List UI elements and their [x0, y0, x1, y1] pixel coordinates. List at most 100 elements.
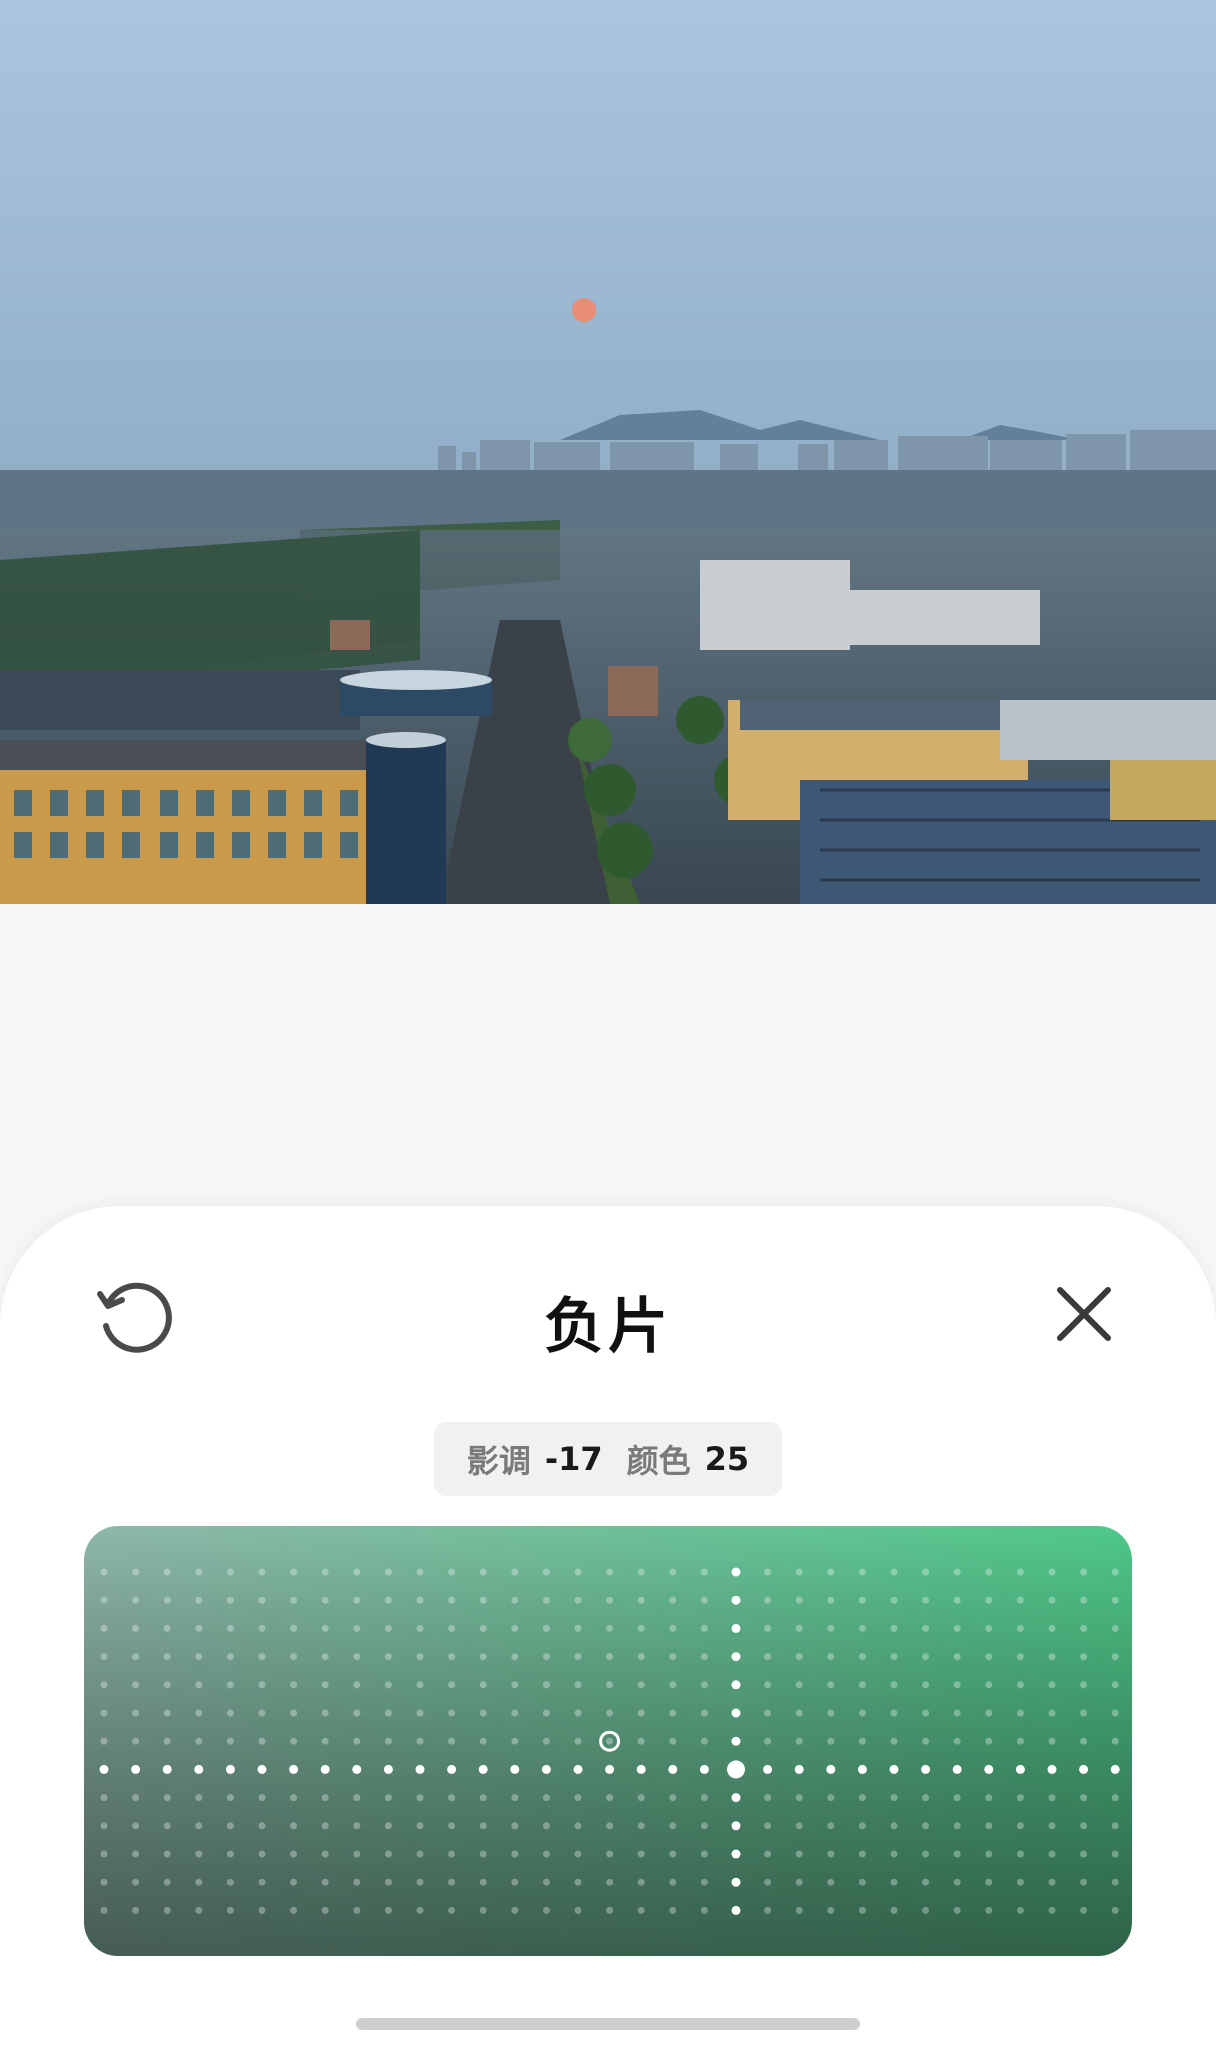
pad-grid-dot — [890, 1822, 898, 1830]
pad-grid-dot — [1048, 1850, 1056, 1858]
pad-grid-dot — [163, 1906, 171, 1914]
pad-grid-dot — [700, 1653, 708, 1661]
pad-grid-dot — [827, 1653, 835, 1661]
pad-grid-dot — [195, 1653, 203, 1661]
page-title: 负片 — [544, 1292, 672, 1362]
pad-grid-dot — [132, 1624, 140, 1632]
pad-grid-dot — [922, 1681, 930, 1689]
pad-grid-dot — [858, 1568, 866, 1576]
pad-grid-dot — [100, 1737, 108, 1745]
pad-grid-dot — [511, 1596, 519, 1604]
pad-grid-dot — [353, 1681, 361, 1689]
pad-grid-dot — [764, 1653, 772, 1661]
value-readout: 影调 -17 颜色 25 — [434, 1422, 782, 1496]
pad-grid-dot — [606, 1850, 614, 1858]
pad-grid-dot — [922, 1794, 930, 1802]
pad-grid-dot — [574, 1709, 582, 1717]
pad-grid-dot — [669, 1596, 677, 1604]
pad-grid-dot — [479, 1737, 487, 1745]
pad-grid-dot — [1016, 1568, 1024, 1576]
pad-grid-dot — [953, 1568, 961, 1576]
pad-grid-dot — [764, 1568, 772, 1576]
pad-grid-dot — [258, 1624, 266, 1632]
pad-grid-dot — [985, 1568, 993, 1576]
pad-grid-dot — [1048, 1822, 1056, 1830]
pad-grid-dot — [669, 1850, 677, 1858]
pad-axis-dot — [131, 1764, 141, 1774]
pad-grid-dot — [574, 1681, 582, 1689]
pad-grid-dot — [922, 1624, 930, 1632]
pad-axis-dot — [731, 1708, 741, 1718]
pad-grid-dot — [1111, 1653, 1119, 1661]
pad-grid-dot — [416, 1568, 424, 1576]
pad-grid-dot — [1048, 1878, 1056, 1886]
tone-color-pad[interactable] — [84, 1526, 1132, 1956]
pad-grid-dot — [100, 1709, 108, 1717]
pad-grid-dot — [700, 1568, 708, 1576]
pad-grid-dot — [858, 1850, 866, 1858]
pad-grid-dot — [384, 1596, 392, 1604]
close-icon — [1057, 1287, 1111, 1341]
pad-grid-dot — [195, 1850, 203, 1858]
pad-grid-dot — [1048, 1568, 1056, 1576]
pad-grid-dot — [669, 1822, 677, 1830]
pad-grid-dot — [542, 1709, 550, 1717]
pad-grid-dot — [542, 1878, 550, 1886]
pad-grid-dot — [922, 1906, 930, 1914]
pad-grid-dot — [448, 1878, 456, 1886]
pad-grid-dot — [985, 1737, 993, 1745]
pad-grid-dot — [1048, 1737, 1056, 1745]
pad-grid-dot — [922, 1850, 930, 1858]
pad-grid-dot — [100, 1850, 108, 1858]
pad-grid-dot — [226, 1681, 234, 1689]
close-button[interactable] — [1050, 1280, 1118, 1348]
pad-grid-dot — [226, 1709, 234, 1717]
pad-grid-dot — [922, 1737, 930, 1745]
pad-grid-dot — [321, 1794, 329, 1802]
pad-axis-dot — [289, 1764, 299, 1774]
pad-grid-dot — [290, 1596, 298, 1604]
pad-grid-dot — [195, 1906, 203, 1914]
pad-grid-dot — [827, 1596, 835, 1604]
pad-grid-dot — [353, 1596, 361, 1604]
color-value: 25 — [704, 1440, 750, 1478]
sun — [572, 298, 596, 322]
pad-grid-dot — [479, 1906, 487, 1914]
pad-grid-dot — [606, 1596, 614, 1604]
pad-grid-dot — [795, 1737, 803, 1745]
pad-grid-dot — [321, 1906, 329, 1914]
pad-grid-dot — [953, 1596, 961, 1604]
pad-grid-dot — [132, 1878, 140, 1886]
pad-grid-dot — [795, 1822, 803, 1830]
pad-grid-dot — [890, 1568, 898, 1576]
pad-grid-dot — [1048, 1624, 1056, 1632]
pad-grid-dot — [511, 1850, 519, 1858]
pad-grid-dot — [353, 1906, 361, 1914]
pad-grid-dot — [132, 1568, 140, 1576]
pad-grid-dot — [448, 1737, 456, 1745]
pad-grid-dot — [606, 1624, 614, 1632]
pad-grid-dot — [195, 1709, 203, 1717]
pad-axis-dot — [605, 1764, 615, 1774]
pad-grid-dot — [1016, 1878, 1024, 1886]
pad-grid-dot — [1016, 1596, 1024, 1604]
pad-grid-dot — [637, 1878, 645, 1886]
tone-value: -17 — [544, 1440, 603, 1478]
pad-grid-dot — [511, 1906, 519, 1914]
pad-grid-dot — [1080, 1653, 1088, 1661]
pad-grid-dot — [700, 1850, 708, 1858]
pad-grid-dot — [1016, 1624, 1024, 1632]
pad-axis-dot — [194, 1764, 204, 1774]
pad-grid-dot — [1048, 1794, 1056, 1802]
pad-grid-dot — [100, 1906, 108, 1914]
pad-grid-dot — [637, 1794, 645, 1802]
pad-grid-dot — [321, 1596, 329, 1604]
pad-grid-dot — [858, 1681, 866, 1689]
pad-grid-dot — [700, 1906, 708, 1914]
pad-grid-dot — [574, 1653, 582, 1661]
pad-grid-dot — [669, 1737, 677, 1745]
pad-grid-dot — [637, 1906, 645, 1914]
pad-grid-dot — [700, 1822, 708, 1830]
pad-grid-dot — [384, 1850, 392, 1858]
pad-axis-dot — [699, 1764, 709, 1774]
